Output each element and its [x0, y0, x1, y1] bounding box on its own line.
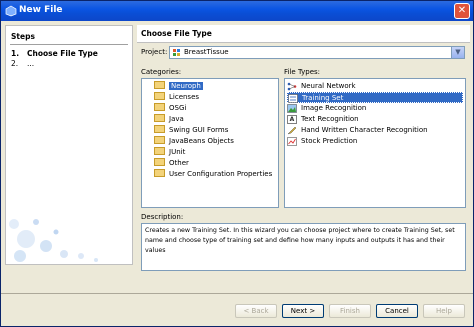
file-type-label: Neural Network — [301, 82, 356, 90]
file-type-item[interactable]: Stock Prediction — [287, 136, 463, 147]
step-label: Choose File Type — [27, 49, 98, 58]
back-button[interactable]: < Back — [235, 304, 277, 318]
file-type-label: Training Set — [302, 94, 344, 102]
steps-divider — [10, 44, 128, 45]
file-type-item[interactable]: Neural Network — [287, 81, 463, 92]
category-item[interactable]: User Configuration Properties — [154, 169, 272, 180]
netbeans-app-icon — [5, 5, 17, 17]
finish-button[interactable]: Finish — [329, 304, 371, 318]
cancel-button[interactable]: Cancel — [376, 304, 418, 318]
file-type-item[interactable]: A Text Recognition — [287, 114, 463, 125]
category-label: Licenses — [169, 93, 200, 101]
category-item[interactable]: Neuroph — [154, 81, 203, 92]
project-select[interactable]: BreastTissue ▼ — [169, 46, 465, 59]
folder-icon — [154, 158, 165, 166]
category-item[interactable]: Other — [154, 158, 189, 169]
footer-divider — [1, 293, 473, 294]
folder-icon — [154, 92, 165, 100]
new-file-dialog: New File ✕ Steps 1. Choose File Type 2...… — [0, 0, 474, 327]
decorative-dots — [9, 219, 98, 262]
title-bar[interactable]: New File ✕ — [1, 1, 473, 21]
category-label: Other — [169, 159, 189, 167]
file-type-item[interactable]: Training Set — [287, 92, 463, 103]
help-button[interactable]: Help — [423, 304, 465, 318]
project-value: BreastTissue — [184, 48, 229, 56]
step-number: 1. — [11, 49, 20, 58]
folder-icon — [154, 147, 165, 155]
description-text: Creates a new Training Set. In this wiza… — [141, 223, 466, 271]
window-title: New File — [19, 5, 63, 15]
category-item[interactable]: Java — [154, 114, 184, 125]
file-type-label: Hand Written Character Recognition — [301, 126, 428, 134]
project-icon — [173, 49, 180, 56]
main-header: Choose File Type — [137, 25, 470, 43]
step-item: 1. Choose File Type — [11, 49, 98, 58]
category-label: User Configuration Properties — [169, 170, 273, 178]
next-button[interactable]: Next > — [282, 304, 324, 318]
folder-icon — [154, 125, 165, 133]
close-icon: ✕ — [457, 5, 467, 16]
category-item[interactable]: OSGi — [154, 103, 186, 114]
text-recognition-icon: A — [287, 114, 297, 124]
project-label: Project: — [141, 48, 168, 56]
file-type-item[interactable]: Image Recognition — [287, 103, 463, 114]
handwriting-icon — [287, 126, 297, 134]
steps-title: Steps — [11, 32, 35, 41]
file-types-list[interactable]: Neural Network Training Set Image Recogn… — [284, 78, 466, 208]
categories-list[interactable]: Neuroph Licenses OSGi Java Swing GUI For… — [141, 78, 279, 208]
categories-label: Categories: — [141, 68, 182, 76]
step-label: ... — [27, 59, 35, 68]
file-type-label: Stock Prediction — [301, 137, 358, 145]
chevron-down-icon[interactable]: ▼ — [451, 47, 464, 58]
category-label: JavaBeans Objects — [169, 137, 234, 145]
category-label: OSGi — [169, 104, 187, 112]
category-item[interactable]: Licenses — [154, 92, 199, 103]
category-item[interactable]: Swing GUI Forms — [154, 125, 228, 136]
folder-icon — [154, 103, 165, 111]
image-recognition-icon — [287, 103, 297, 113]
steps-panel: Steps 1. Choose File Type 2.... — [5, 25, 133, 265]
neural-network-icon — [287, 82, 297, 90]
folder-icon — [154, 169, 165, 177]
folder-icon — [154, 114, 165, 122]
file-type-item[interactable]: Hand Written Character Recognition — [287, 125, 463, 136]
folder-icon — [154, 81, 165, 89]
file-types-label: File Types: — [284, 68, 321, 76]
description-label: Description: — [141, 213, 184, 221]
page-title: Choose File Type — [141, 29, 212, 38]
step-number: 2. — [11, 59, 19, 68]
category-label: Swing GUI Forms — [169, 126, 229, 134]
file-type-label: Text Recognition — [301, 115, 359, 123]
category-item[interactable]: JUnit — [154, 147, 185, 158]
close-button[interactable]: ✕ — [454, 3, 470, 19]
category-item[interactable]: JavaBeans Objects — [154, 136, 234, 147]
folder-icon — [154, 136, 165, 144]
category-label: Neuroph — [169, 82, 203, 90]
file-type-label: Image Recognition — [301, 104, 367, 112]
step-item: 2.... — [11, 59, 34, 68]
training-set-icon — [288, 93, 298, 103]
category-label: JUnit — [169, 148, 186, 156]
stock-prediction-icon — [287, 136, 297, 146]
category-label: Java — [169, 115, 184, 123]
